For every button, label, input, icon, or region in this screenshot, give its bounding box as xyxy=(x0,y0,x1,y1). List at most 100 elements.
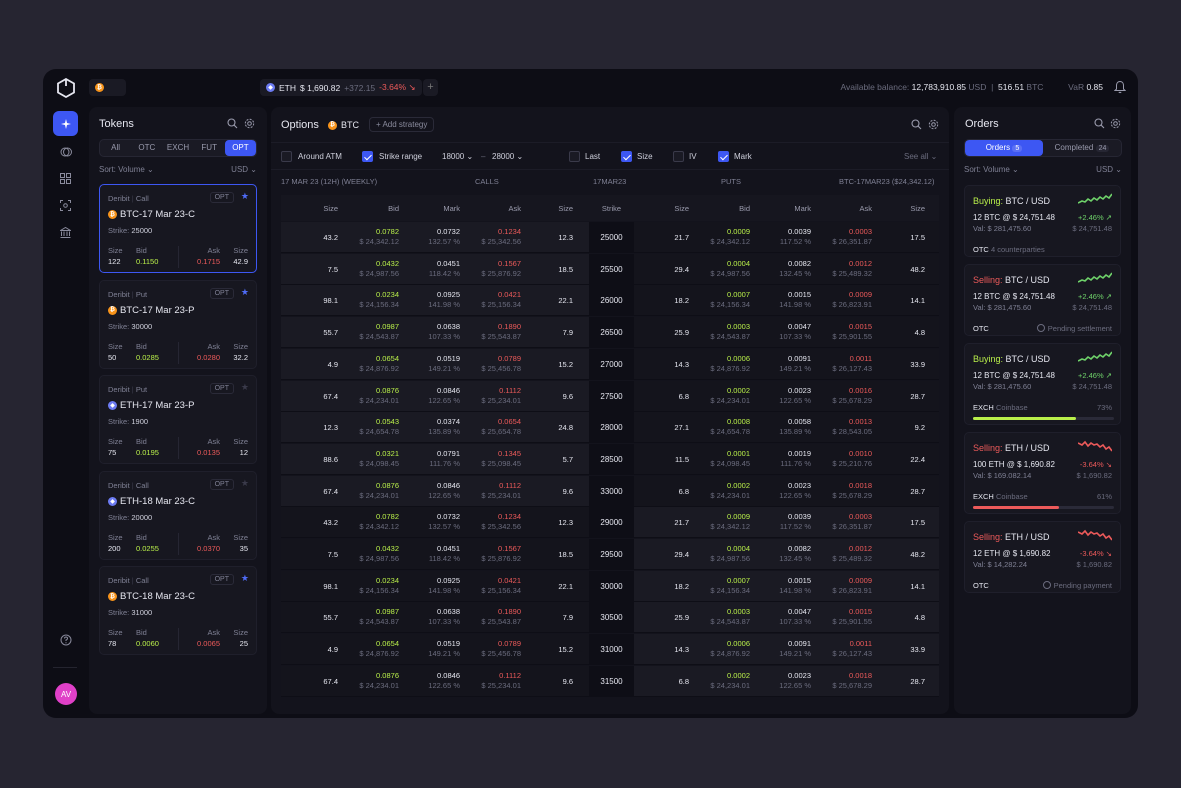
cell-mark[interactable]: 0.0451 118.42 % xyxy=(390,544,460,564)
order-card[interactable]: Buying: BTC / USD 12 BTC @ $ 24,751.48 V… xyxy=(964,343,1121,425)
cell-size[interactable]: 7.9 xyxy=(523,613,573,623)
search-icon[interactable] xyxy=(1094,118,1105,129)
cell-size[interactable]: 17.5 xyxy=(875,233,925,243)
cell-mark[interactable]: 0.0846 122.65 % xyxy=(390,481,460,501)
cell-size[interactable]: 9.6 xyxy=(523,487,573,497)
cell-size[interactable]: 12.3 xyxy=(523,518,573,528)
cell-ask[interactable]: 0.0011 $ 26,127.43 xyxy=(802,639,872,659)
cell-size[interactable]: 24.8 xyxy=(523,423,573,433)
cell-ask[interactable]: 0.0654 $ 25,654.78 xyxy=(451,417,521,437)
cell-bid[interactable]: 0.0321 $ 24,098.45 xyxy=(329,449,399,469)
avatar[interactable]: AV xyxy=(55,683,77,705)
cell-mark[interactable]: 0.0047 107.33 % xyxy=(741,607,811,627)
around-atm-checkbox[interactable] xyxy=(281,151,292,162)
cell-bid[interactable]: 0.0008 $ 24,654.78 xyxy=(680,417,750,437)
cell-ask[interactable]: 0.0016 $ 25,678.29 xyxy=(802,386,872,406)
cell-mark[interactable]: 0.0732 132.57 % xyxy=(390,227,460,247)
cell-mark[interactable]: 0.0015 141.98 % xyxy=(741,290,811,310)
column-header[interactable]: Size xyxy=(875,204,925,213)
cell-ask[interactable]: 0.1112 $ 25,234.01 xyxy=(451,671,521,691)
cell-size[interactable]: 4.8 xyxy=(875,613,925,623)
sidebar-item-trade[interactable] xyxy=(53,111,78,136)
cell-bid[interactable]: 0.0007 $ 24,156.34 xyxy=(680,290,750,310)
cell-ask[interactable]: 0.0013 $ 28,543.05 xyxy=(802,417,872,437)
sidebar-item-help[interactable] xyxy=(53,627,78,652)
cell-size[interactable]: 4.8 xyxy=(875,328,925,338)
tab-fut[interactable]: FUT xyxy=(194,140,225,156)
cell-bid[interactable]: 0.0003 $ 24,543.87 xyxy=(680,607,750,627)
cell-size[interactable]: 28.7 xyxy=(875,392,925,402)
cell-ask[interactable]: 0.0012 $ 25,489.32 xyxy=(802,544,872,564)
size-checkbox[interactable] xyxy=(621,151,632,162)
cell-bid[interactable]: 0.0654 $ 24,876.92 xyxy=(329,639,399,659)
cell-mark[interactable]: 0.0023 122.65 % xyxy=(741,671,811,691)
last-checkbox[interactable] xyxy=(569,151,580,162)
column-header[interactable]: Ask xyxy=(822,204,872,213)
cell-bid[interactable]: 0.0234 $ 24,156.34 xyxy=(329,290,399,310)
cell-bid[interactable]: 0.0006 $ 24,876.92 xyxy=(680,639,750,659)
gear-icon[interactable] xyxy=(928,119,939,130)
token-card[interactable]: Deribit | Call OPT ★ ◆ ETH-18 Mar 23-C St… xyxy=(99,470,257,560)
ticker-eth[interactable]: ◆ ETH $ 1,690.82 +372.15 -3.64% ↘ xyxy=(260,79,422,96)
cell-size[interactable]: 33.9 xyxy=(875,360,925,370)
cell-size[interactable]: 48.2 xyxy=(875,265,925,275)
cell-ask[interactable]: 0.0789 $ 25,456.78 xyxy=(451,354,521,374)
cell-size[interactable]: 14.1 xyxy=(875,582,925,592)
cell-ask[interactable]: 0.1890 $ 25,543.87 xyxy=(451,322,521,342)
column-header[interactable]: Bid xyxy=(349,204,399,213)
iv-checkbox[interactable] xyxy=(673,151,684,162)
cell-size[interactable]: 18.5 xyxy=(523,550,573,560)
sidebar-item-dashboard[interactable] xyxy=(53,166,78,191)
cell-mark[interactable]: 0.0846 122.65 % xyxy=(390,386,460,406)
cell-bid[interactable]: 0.0007 $ 24,156.34 xyxy=(680,576,750,596)
column-header[interactable]: Size xyxy=(523,204,573,213)
cell-ask[interactable]: 0.0011 $ 26,127.43 xyxy=(802,354,872,374)
cell-size[interactable]: 22.4 xyxy=(875,455,925,465)
cell-mark[interactable]: 0.0091 149.21 % xyxy=(741,639,811,659)
column-header[interactable]: Size xyxy=(288,204,338,213)
token-card[interactable]: Deribit | Call OPT ★ ₿ BTC-17 Mar 23-C St… xyxy=(99,184,257,273)
cell-mark[interactable]: 0.0374 135.89 % xyxy=(390,417,460,437)
cell-mark[interactable]: 0.0925 141.98 % xyxy=(390,290,460,310)
cell-bid[interactable]: 0.0876 $ 24,234.01 xyxy=(329,386,399,406)
currency-dropdown[interactable]: USD ⌄ xyxy=(231,165,257,174)
add-ticker-button[interactable]: + xyxy=(423,79,438,96)
cell-ask[interactable]: 0.0012 $ 25,489.32 xyxy=(802,259,872,279)
search-icon[interactable] xyxy=(911,119,922,130)
cell-bid[interactable]: 0.0009 $ 24,342.12 xyxy=(680,512,750,532)
token-card[interactable]: Deribit | Put OPT ★ ◆ ETH-17 Mar 23-P Str… xyxy=(99,375,257,464)
star-icon[interactable]: ★ xyxy=(241,191,249,202)
star-icon[interactable]: ★ xyxy=(241,478,249,489)
order-card[interactable]: Selling: BTC / USD 12 BTC @ $ 24,751.48 … xyxy=(964,264,1121,336)
cell-bid[interactable]: 0.0876 $ 24,234.01 xyxy=(329,481,399,501)
cell-mark[interactable]: 0.0925 141.98 % xyxy=(390,576,460,596)
cell-size[interactable]: 22.1 xyxy=(523,582,573,592)
cell-bid[interactable]: 0.0654 $ 24,876.92 xyxy=(329,354,399,374)
cell-ask[interactable]: 0.0421 $ 25,156.34 xyxy=(451,576,521,596)
column-header[interactable]: Size xyxy=(639,204,689,213)
cell-bid[interactable]: 0.0782 $ 24,342.12 xyxy=(329,512,399,532)
cell-bid[interactable]: 0.0002 $ 24,234.01 xyxy=(680,481,750,501)
cell-bid[interactable]: 0.0432 $ 24,987.56 xyxy=(329,544,399,564)
cell-bid[interactable]: 0.0002 $ 24,234.01 xyxy=(680,386,750,406)
cell-bid[interactable]: 0.0004 $ 24,987.56 xyxy=(680,259,750,279)
cell-ask[interactable]: 0.1567 $ 25,876.92 xyxy=(451,544,521,564)
cell-ask[interactable]: 0.0010 $ 25,210.76 xyxy=(802,449,872,469)
cell-ask[interactable]: 0.1112 $ 25,234.01 xyxy=(451,386,521,406)
cell-ask[interactable]: 0.1567 $ 25,876.92 xyxy=(451,259,521,279)
cell-size[interactable]: 15.2 xyxy=(523,645,573,655)
cell-bid[interactable]: 0.0234 $ 24,156.34 xyxy=(329,576,399,596)
column-header[interactable]: Bid xyxy=(700,204,750,213)
cell-ask[interactable]: 0.0003 $ 26,351.87 xyxy=(802,512,872,532)
column-header[interactable]: Mark xyxy=(410,204,460,213)
cell-bid[interactable]: 0.0543 $ 24,654.78 xyxy=(329,417,399,437)
column-header-strike[interactable]: Strike xyxy=(589,204,634,213)
options-coin[interactable]: ₿ BTC xyxy=(328,120,359,130)
cell-mark[interactable]: 0.0791 111.76 % xyxy=(390,449,460,469)
sort-dropdown[interactable]: Sort: Volume ⌄ xyxy=(99,165,154,174)
tab-otc[interactable]: OTC xyxy=(131,140,162,156)
cell-size[interactable]: 9.2 xyxy=(875,423,925,433)
star-icon[interactable]: ★ xyxy=(241,382,249,393)
star-icon[interactable]: ★ xyxy=(241,573,249,584)
cell-ask[interactable]: 0.1234 $ 25,342.56 xyxy=(451,512,521,532)
